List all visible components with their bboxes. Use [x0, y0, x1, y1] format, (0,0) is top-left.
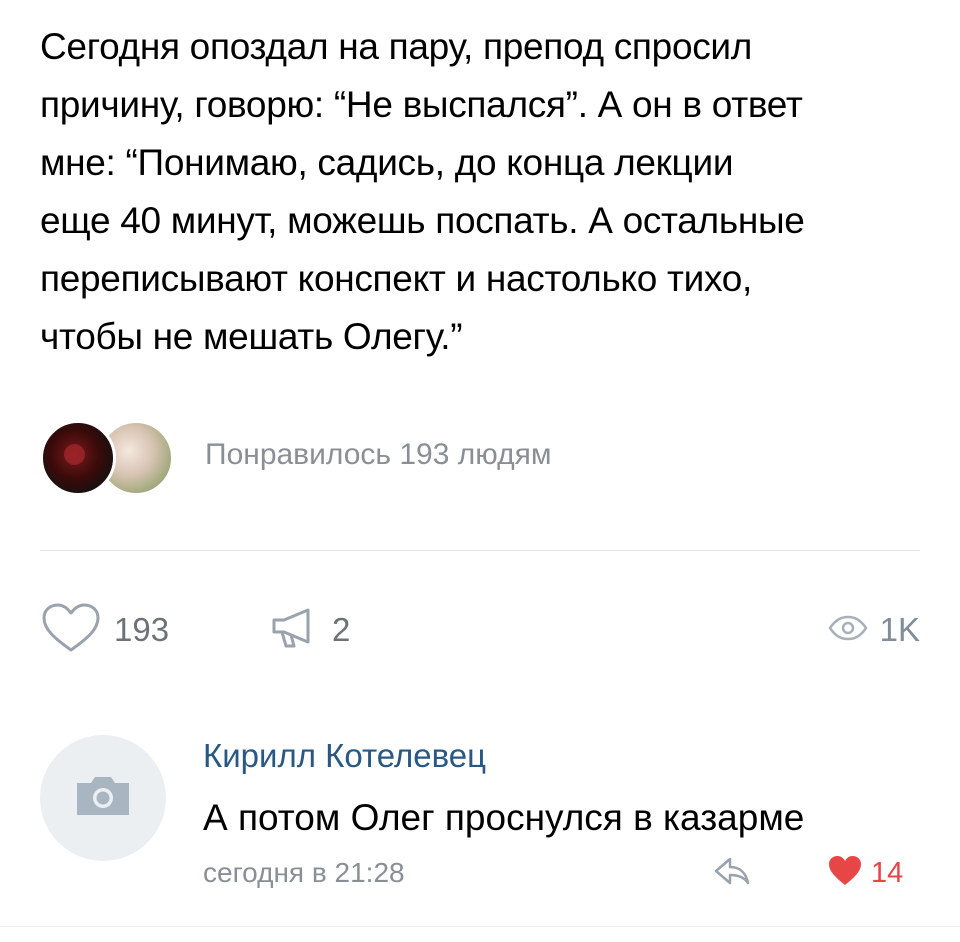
comment-author-link[interactable]: Кирилл Котелевец: [203, 737, 486, 775]
post-text-line: причину, говорю: “Не выспался”. А он в о…: [40, 84, 803, 125]
comment-like-count: 14: [871, 857, 904, 889]
comment: Кирилл Котелевец А потом Олег проснулся …: [40, 735, 920, 895]
post-text-line: переписывают конспект и настолько тихо,: [40, 258, 753, 299]
divider: [40, 550, 920, 551]
post-text-line: Сегодня опоздал на пару, препод спросил: [40, 26, 753, 67]
reply-icon: [712, 857, 752, 891]
views-indicator: 1K: [828, 600, 920, 660]
reply-button[interactable]: [712, 853, 752, 892]
likers-row[interactable]: Понравилось 193 людям: [40, 420, 920, 496]
views-count: 1K: [879, 611, 920, 648]
like-button[interactable]: 193: [40, 600, 169, 660]
eye-icon: [828, 614, 868, 647]
post-text-line: еще 40 минут, можешь поспать. А остальны…: [40, 200, 805, 241]
share-count: 2: [332, 611, 351, 648]
share-button[interactable]: 2: [270, 600, 350, 660]
likers-text[interactable]: Понравилось 193 людям: [205, 438, 551, 472]
divider: [0, 926, 960, 927]
megaphone-icon: [270, 604, 326, 657]
liker-avatar: [40, 420, 116, 496]
comment-like-button[interactable]: 14: [827, 855, 903, 892]
camera-icon: [73, 773, 133, 824]
post-text-line: мне: “Понимаю, садись, до конца лекции: [40, 142, 734, 183]
post-text-line: чтобы не мешать Олегу.”: [40, 316, 463, 357]
comment-avatar[interactable]: [40, 735, 166, 861]
comment-timestamp: сегодня в 21:28: [203, 857, 405, 888]
heart-outline-icon: [40, 602, 102, 659]
post-text: Сегодня опоздал на пару, препод спросил …: [40, 18, 940, 366]
comment-text: А потом Олег проснулся в казарме: [203, 797, 805, 838]
like-count: 193: [114, 611, 170, 648]
heart-filled-icon: [827, 855, 863, 892]
post-actions: 193 2 1K: [40, 600, 920, 660]
